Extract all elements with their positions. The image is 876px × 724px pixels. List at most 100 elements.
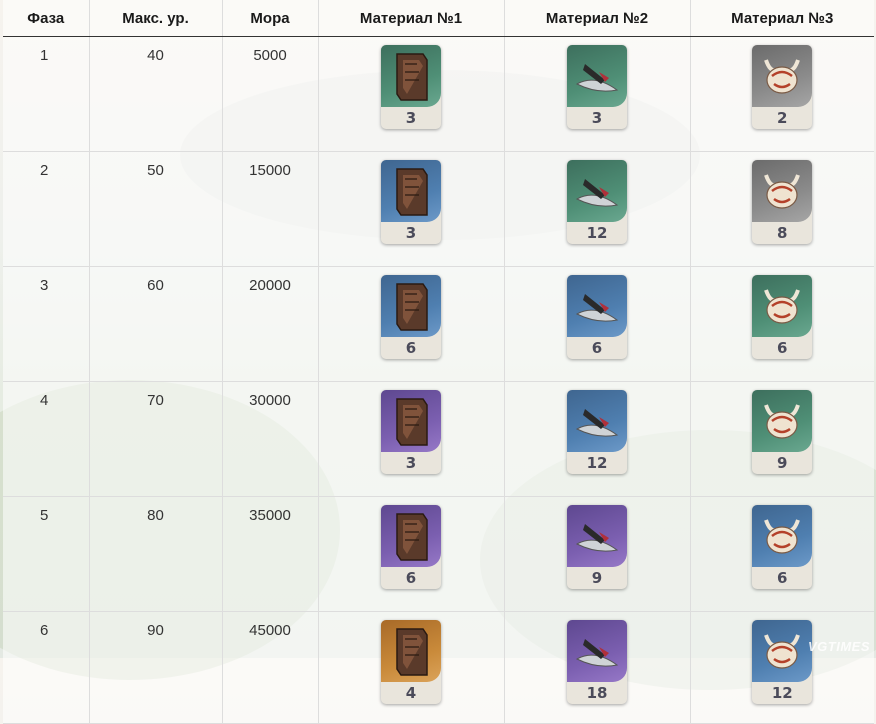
box-icon (381, 160, 441, 222)
table-row: 4 70 30000 3 12 9 (3, 381, 874, 497)
weapon-blade-icon (567, 275, 627, 337)
table-row: 6 90 45000 4 18 12 (3, 611, 874, 724)
material-count: 3 (405, 109, 417, 127)
material-count: 3 (591, 109, 603, 127)
max-level-cell: 90 (89, 611, 223, 724)
material-card[interactable]: 4 (381, 620, 441, 704)
material-card[interactable]: 12 (752, 620, 813, 704)
header-max-level: Макс. ур. (89, 0, 223, 37)
material-count: 6 (591, 339, 603, 357)
weapon-blade-icon (567, 390, 627, 452)
ascension-table: Фаза Макс. ур. Мора Материал №1 Материал… (3, 0, 874, 724)
material-card[interactable]: 6 (381, 275, 441, 359)
material-count: 9 (777, 454, 788, 472)
material-3-cell: 8 (690, 151, 874, 267)
material-count: 12 (771, 684, 793, 702)
mora-cell: 30000 (222, 381, 319, 497)
header-material-2: Материал №2 (504, 0, 691, 37)
material-3-cell: 6 (690, 266, 874, 382)
material-card[interactable]: 12 (567, 390, 627, 474)
material-card[interactable]: 18 (567, 620, 627, 704)
header-phase: Фаза (3, 0, 90, 37)
max-level-cell: 80 (89, 496, 223, 612)
material-count: 12 (586, 224, 608, 242)
material-card[interactable]: 2 (752, 45, 813, 129)
material-card[interactable]: 9 (752, 390, 813, 474)
header-material-1: Материал №1 (318, 0, 505, 37)
max-level-cell: 40 (89, 36, 223, 152)
watermark-logo: VGTIMES (807, 639, 870, 654)
mora-cell: 5000 (222, 36, 319, 152)
material-card[interactable]: 6 (567, 275, 627, 359)
header-mora: Мора (222, 0, 319, 37)
material-3-cell: 12 (690, 611, 874, 724)
phase-cell: 4 (3, 381, 90, 497)
material-card[interactable]: 3 (381, 160, 441, 244)
weapon-blade-icon (567, 160, 627, 222)
material-count: 4 (405, 684, 417, 702)
material-card[interactable]: 6 (752, 275, 813, 359)
material-3-cell: 6 (690, 496, 874, 612)
mora-cell: 15000 (222, 151, 319, 267)
material-count: 9 (591, 569, 603, 587)
material-card[interactable]: 6 (752, 505, 813, 589)
horned-mask-icon (752, 160, 813, 222)
material-count: 18 (586, 684, 608, 702)
phase-cell: 3 (3, 266, 90, 382)
box-icon (381, 620, 441, 682)
material-count: 2 (777, 109, 788, 127)
horned-mask-icon (752, 505, 813, 567)
phase-cell: 1 (3, 36, 90, 152)
horned-mask-icon (752, 390, 813, 452)
weapon-blade-icon (567, 620, 627, 682)
horned-mask-icon (752, 275, 813, 337)
material-1-cell: 3 (318, 381, 505, 497)
material-count: 6 (405, 569, 417, 587)
material-2-cell: 9 (504, 496, 691, 612)
max-level-cell: 60 (89, 266, 223, 382)
material-1-cell: 3 (318, 151, 505, 267)
weapon-blade-icon (567, 45, 627, 107)
box-icon (381, 390, 441, 452)
material-count: 3 (405, 224, 417, 242)
table-row: 3 60 20000 6 6 6 (3, 266, 874, 382)
phase-cell: 6 (3, 611, 90, 724)
material-card[interactable]: 12 (567, 160, 627, 244)
box-icon (381, 45, 441, 107)
material-1-cell: 3 (318, 36, 505, 152)
mora-cell: 20000 (222, 266, 319, 382)
material-count: 6 (777, 569, 788, 587)
table-header-row: Фаза Макс. ур. Мора Материал №1 Материал… (3, 0, 874, 37)
material-count: 6 (777, 339, 788, 357)
header-material-3: Материал №3 (690, 0, 874, 37)
mora-cell: 35000 (222, 496, 319, 612)
phase-cell: 5 (3, 496, 90, 612)
material-card[interactable]: 3 (567, 45, 627, 129)
material-card[interactable]: 3 (381, 390, 441, 474)
material-count: 3 (405, 454, 417, 472)
material-2-cell: 3 (504, 36, 691, 152)
material-2-cell: 18 (504, 611, 691, 724)
material-count: 8 (777, 224, 788, 242)
mora-cell: 45000 (222, 611, 319, 724)
weapon-blade-icon (567, 505, 627, 567)
material-2-cell: 6 (504, 266, 691, 382)
phase-cell: 2 (3, 151, 90, 267)
table-row: 5 80 35000 6 9 6 (3, 496, 874, 612)
material-count: 6 (405, 339, 417, 357)
box-icon (381, 275, 441, 337)
material-card[interactable]: 9 (567, 505, 627, 589)
material-card[interactable]: 8 (752, 160, 813, 244)
material-1-cell: 4 (318, 611, 505, 724)
material-card[interactable]: 6 (381, 505, 441, 589)
table-row: 1 40 5000 3 3 2 (3, 36, 874, 152)
table-row: 2 50 15000 3 12 8 (3, 151, 874, 267)
horned-mask-icon (752, 620, 813, 682)
material-3-cell: 2 (690, 36, 874, 152)
max-level-cell: 50 (89, 151, 223, 267)
material-card[interactable]: 3 (381, 45, 441, 129)
box-icon (381, 505, 441, 567)
material-1-cell: 6 (318, 496, 505, 612)
material-3-cell: 9 (690, 381, 874, 497)
max-level-cell: 70 (89, 381, 223, 497)
